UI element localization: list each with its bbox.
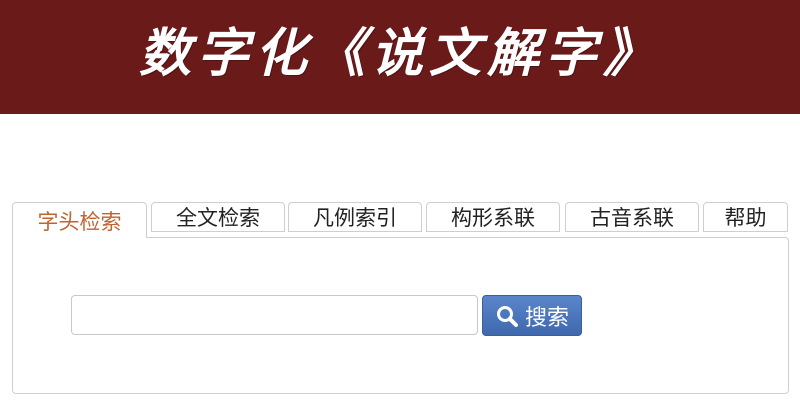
search-button-label: 搜索 xyxy=(524,305,569,331)
tab-structure-links[interactable]: 构形系联 xyxy=(426,202,560,232)
tab-fulltext-search[interactable]: 全文检索 xyxy=(151,202,285,232)
search-panel: 搜索 xyxy=(12,237,789,394)
tab-phonology-links[interactable]: 古音系联 xyxy=(565,202,699,232)
tab-conventions-index[interactable]: 凡例索引 xyxy=(288,202,422,232)
search-input[interactable] xyxy=(71,295,478,335)
site-banner: 数字化《说文解字》 xyxy=(0,0,800,114)
search-icon xyxy=(495,304,519,328)
tab-headword-search[interactable]: 字头检索 xyxy=(12,202,147,238)
site-title: 数字化《说文解字》 xyxy=(138,23,661,84)
tab-help[interactable]: 帮助 xyxy=(703,202,788,232)
search-button[interactable]: 搜索 xyxy=(482,295,582,336)
search-tabs: 字头检索 全文检索 凡例索引 构形系联 古音系联 帮助 xyxy=(12,202,792,238)
